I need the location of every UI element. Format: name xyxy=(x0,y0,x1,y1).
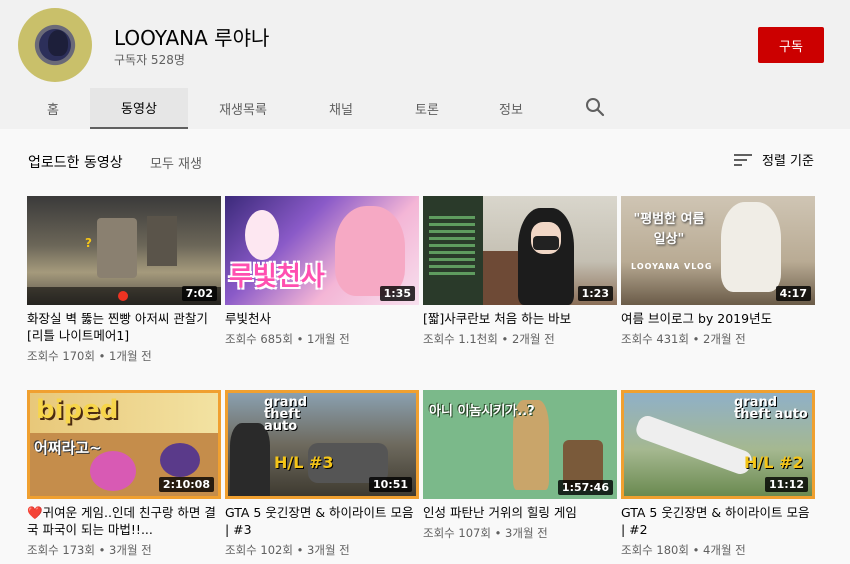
video-duration: 7:02 xyxy=(181,286,217,301)
upload-age: 2개월 전 xyxy=(511,332,555,346)
view-count: 조회수 180회 xyxy=(621,543,689,557)
video-meta: 조회수 1.1천회 • 2개월 전 xyxy=(423,332,555,346)
view-count: 조회수 173회 xyxy=(27,543,95,557)
video-thumbnail[interactable]: 아니 이놈시키가..? 1:57:46 xyxy=(423,390,617,499)
view-count: 조회수 170회 xyxy=(27,349,95,363)
video-card[interactable]: grand theft auto H/L #2 11:12 GTA 5 웃긴장면… xyxy=(621,390,815,558)
video-duration: 1:57:46 xyxy=(557,480,613,495)
video-meta: 조회수 173회 • 3개월 전 xyxy=(27,543,152,557)
upload-age: 2개월 전 xyxy=(703,332,746,346)
video-thumbnail[interactable]: ? 7:02 xyxy=(27,196,221,305)
video-title[interactable]: GTA 5 웃긴장면 & 하이라이트 모음 | #3 xyxy=(225,504,419,538)
video-thumbnail[interactable]: biped 어쩌라고~ 2:10:08 xyxy=(27,390,221,499)
video-thumbnail[interactable]: grand theft auto H/L #3 10:51 xyxy=(225,390,419,499)
video-card[interactable]: "평범한 여름 일상" LOOYANA VLOG 4:17 여름 브이로그 by… xyxy=(621,196,815,347)
thumbnail-caption: 아니 이놈시키가..? xyxy=(429,404,535,419)
sort-label: 정렬 기준 xyxy=(762,154,814,169)
video-meta: 조회수 170회 • 1개월 전 xyxy=(27,349,152,363)
video-card[interactable]: ? 7:02 화장실 벽 뚫는 찐빵 아저씨 관찰기 [리틀 나이트메어1] 조… xyxy=(27,196,221,364)
video-duration: 1:23 xyxy=(577,286,613,301)
video-title[interactable]: 여름 브이로그 by 2019년도 xyxy=(621,310,815,327)
play-all-link[interactable]: 모두 재생 xyxy=(150,153,202,172)
video-duration: 2:10:08 xyxy=(158,477,214,492)
view-count: 조회수 107회 xyxy=(423,526,491,540)
video-duration: 10:51 xyxy=(368,477,412,492)
record-icon xyxy=(118,291,128,301)
search-icon[interactable] xyxy=(584,96,606,118)
video-thumbnail[interactable]: "평범한 여름 일상" LOOYANA VLOG 4:17 xyxy=(621,196,815,305)
channel-header: LOOYANA 루야나 구독자 528명 구독 홈 동영상 재생목록 채널 토론… xyxy=(0,0,850,129)
tab-videos[interactable]: 동영상 xyxy=(90,88,188,129)
thumbnail-subcaption: H/L #2 xyxy=(744,453,804,472)
video-card[interactable]: 루빛천사 1:35 루빛천사 조회수 685회 • 1개월 전 xyxy=(225,196,419,347)
video-meta: 조회수 180회 • 4개월 전 xyxy=(621,543,746,557)
tab-playlists[interactable]: 재생목록 xyxy=(200,88,286,129)
upload-age: 1개월 전 xyxy=(109,349,152,363)
video-card[interactable]: grand theft auto H/L #3 10:51 GTA 5 웃긴장면… xyxy=(225,390,419,558)
video-duration: 1:35 xyxy=(379,286,415,301)
view-count: 조회수 1.1천회 xyxy=(423,332,498,346)
sort-button[interactable]: 정렬 기준 xyxy=(734,150,814,169)
video-title[interactable]: 인성 파탄난 거위의 힐링 게임 xyxy=(423,504,617,521)
video-thumbnail[interactable]: 루빛천사 1:35 xyxy=(225,196,419,305)
view-count: 조회수 431회 xyxy=(621,332,689,346)
video-meta: 조회수 685회 • 1개월 전 xyxy=(225,332,350,346)
upload-age: 3개월 전 xyxy=(109,543,152,557)
video-card[interactable]: 아니 이놈시키가..? 1:57:46 인성 파탄난 거위의 힐링 게임 조회수… xyxy=(423,390,617,541)
thumbnail-caption: grand theft auto xyxy=(264,395,308,434)
video-title[interactable]: 루빛천사 xyxy=(225,310,419,327)
thumbnail-caption: grand theft auto xyxy=(734,395,808,422)
tab-channels[interactable]: 채널 xyxy=(310,88,372,129)
video-title[interactable]: GTA 5 웃긴장면 & 하이라이트 모음 | #2 xyxy=(621,504,815,538)
video-title[interactable]: [짧]사쿠란보 처음 하는 바보 xyxy=(423,310,617,327)
channel-tabs: 홈 동영상 재생목록 채널 토론 정보 xyxy=(0,88,850,129)
upload-age: 3개월 전 xyxy=(505,526,548,540)
thumbnail-caption: 루빛천사 xyxy=(229,262,325,292)
view-count: 조회수 102회 xyxy=(225,543,293,557)
sort-icon xyxy=(734,153,754,167)
video-meta: 조회수 102회 • 3개월 전 xyxy=(225,543,350,557)
subscribe-button[interactable]: 구독 xyxy=(758,27,824,63)
video-duration: 4:17 xyxy=(775,286,811,301)
channel-avatar[interactable] xyxy=(18,8,92,82)
thumbnail-subcaption: H/L #3 xyxy=(274,453,334,472)
video-title[interactable]: 화장실 벽 뚫는 찐빵 아저씨 관찰기 [리틀 나이트메어1] xyxy=(27,310,221,344)
video-meta: 조회수 107회 • 3개월 전 xyxy=(423,526,548,540)
tab-home[interactable]: 홈 xyxy=(24,88,82,129)
video-title[interactable]: ❤️귀여운 게임..인데 친구랑 하면 결국 파국이 되는 마법!!... xyxy=(27,504,221,538)
tab-about[interactable]: 정보 xyxy=(480,88,542,129)
view-count: 조회수 685회 xyxy=(225,332,293,346)
section-title: 업로드한 동영상 xyxy=(28,155,123,171)
video-meta: 조회수 431회 • 2개월 전 xyxy=(621,332,746,346)
tab-discussion[interactable]: 토론 xyxy=(396,88,458,129)
video-card[interactable]: 1:23 [짧]사쿠란보 처음 하는 바보 조회수 1.1천회 • 2개월 전 xyxy=(423,196,617,347)
thumbnail-subcaption: 어쩌라고~ xyxy=(34,439,102,457)
video-thumbnail[interactable]: grand theft auto H/L #2 11:12 xyxy=(621,390,815,499)
upload-age: 3개월 전 xyxy=(307,543,350,557)
video-card[interactable]: biped 어쩌라고~ 2:10:08 ❤️귀여운 게임..인데 친구랑 하면 … xyxy=(27,390,221,558)
video-thumbnail[interactable]: 1:23 xyxy=(423,196,617,305)
channel-name: LOOYANA 루야나 xyxy=(114,26,270,50)
upload-age: 4개월 전 xyxy=(703,543,746,557)
question-mark-icon: ? xyxy=(85,236,92,250)
video-duration: 11:12 xyxy=(764,477,808,492)
thumbnail-subcaption: LOOYANA VLOG xyxy=(631,262,713,271)
thumbnail-caption: "평범한 여름 일상" xyxy=(633,212,705,247)
thumbnail-caption: biped xyxy=(36,395,119,425)
subscriber-count: 구독자 528명 xyxy=(114,53,185,67)
upload-age: 1개월 전 xyxy=(307,332,350,346)
